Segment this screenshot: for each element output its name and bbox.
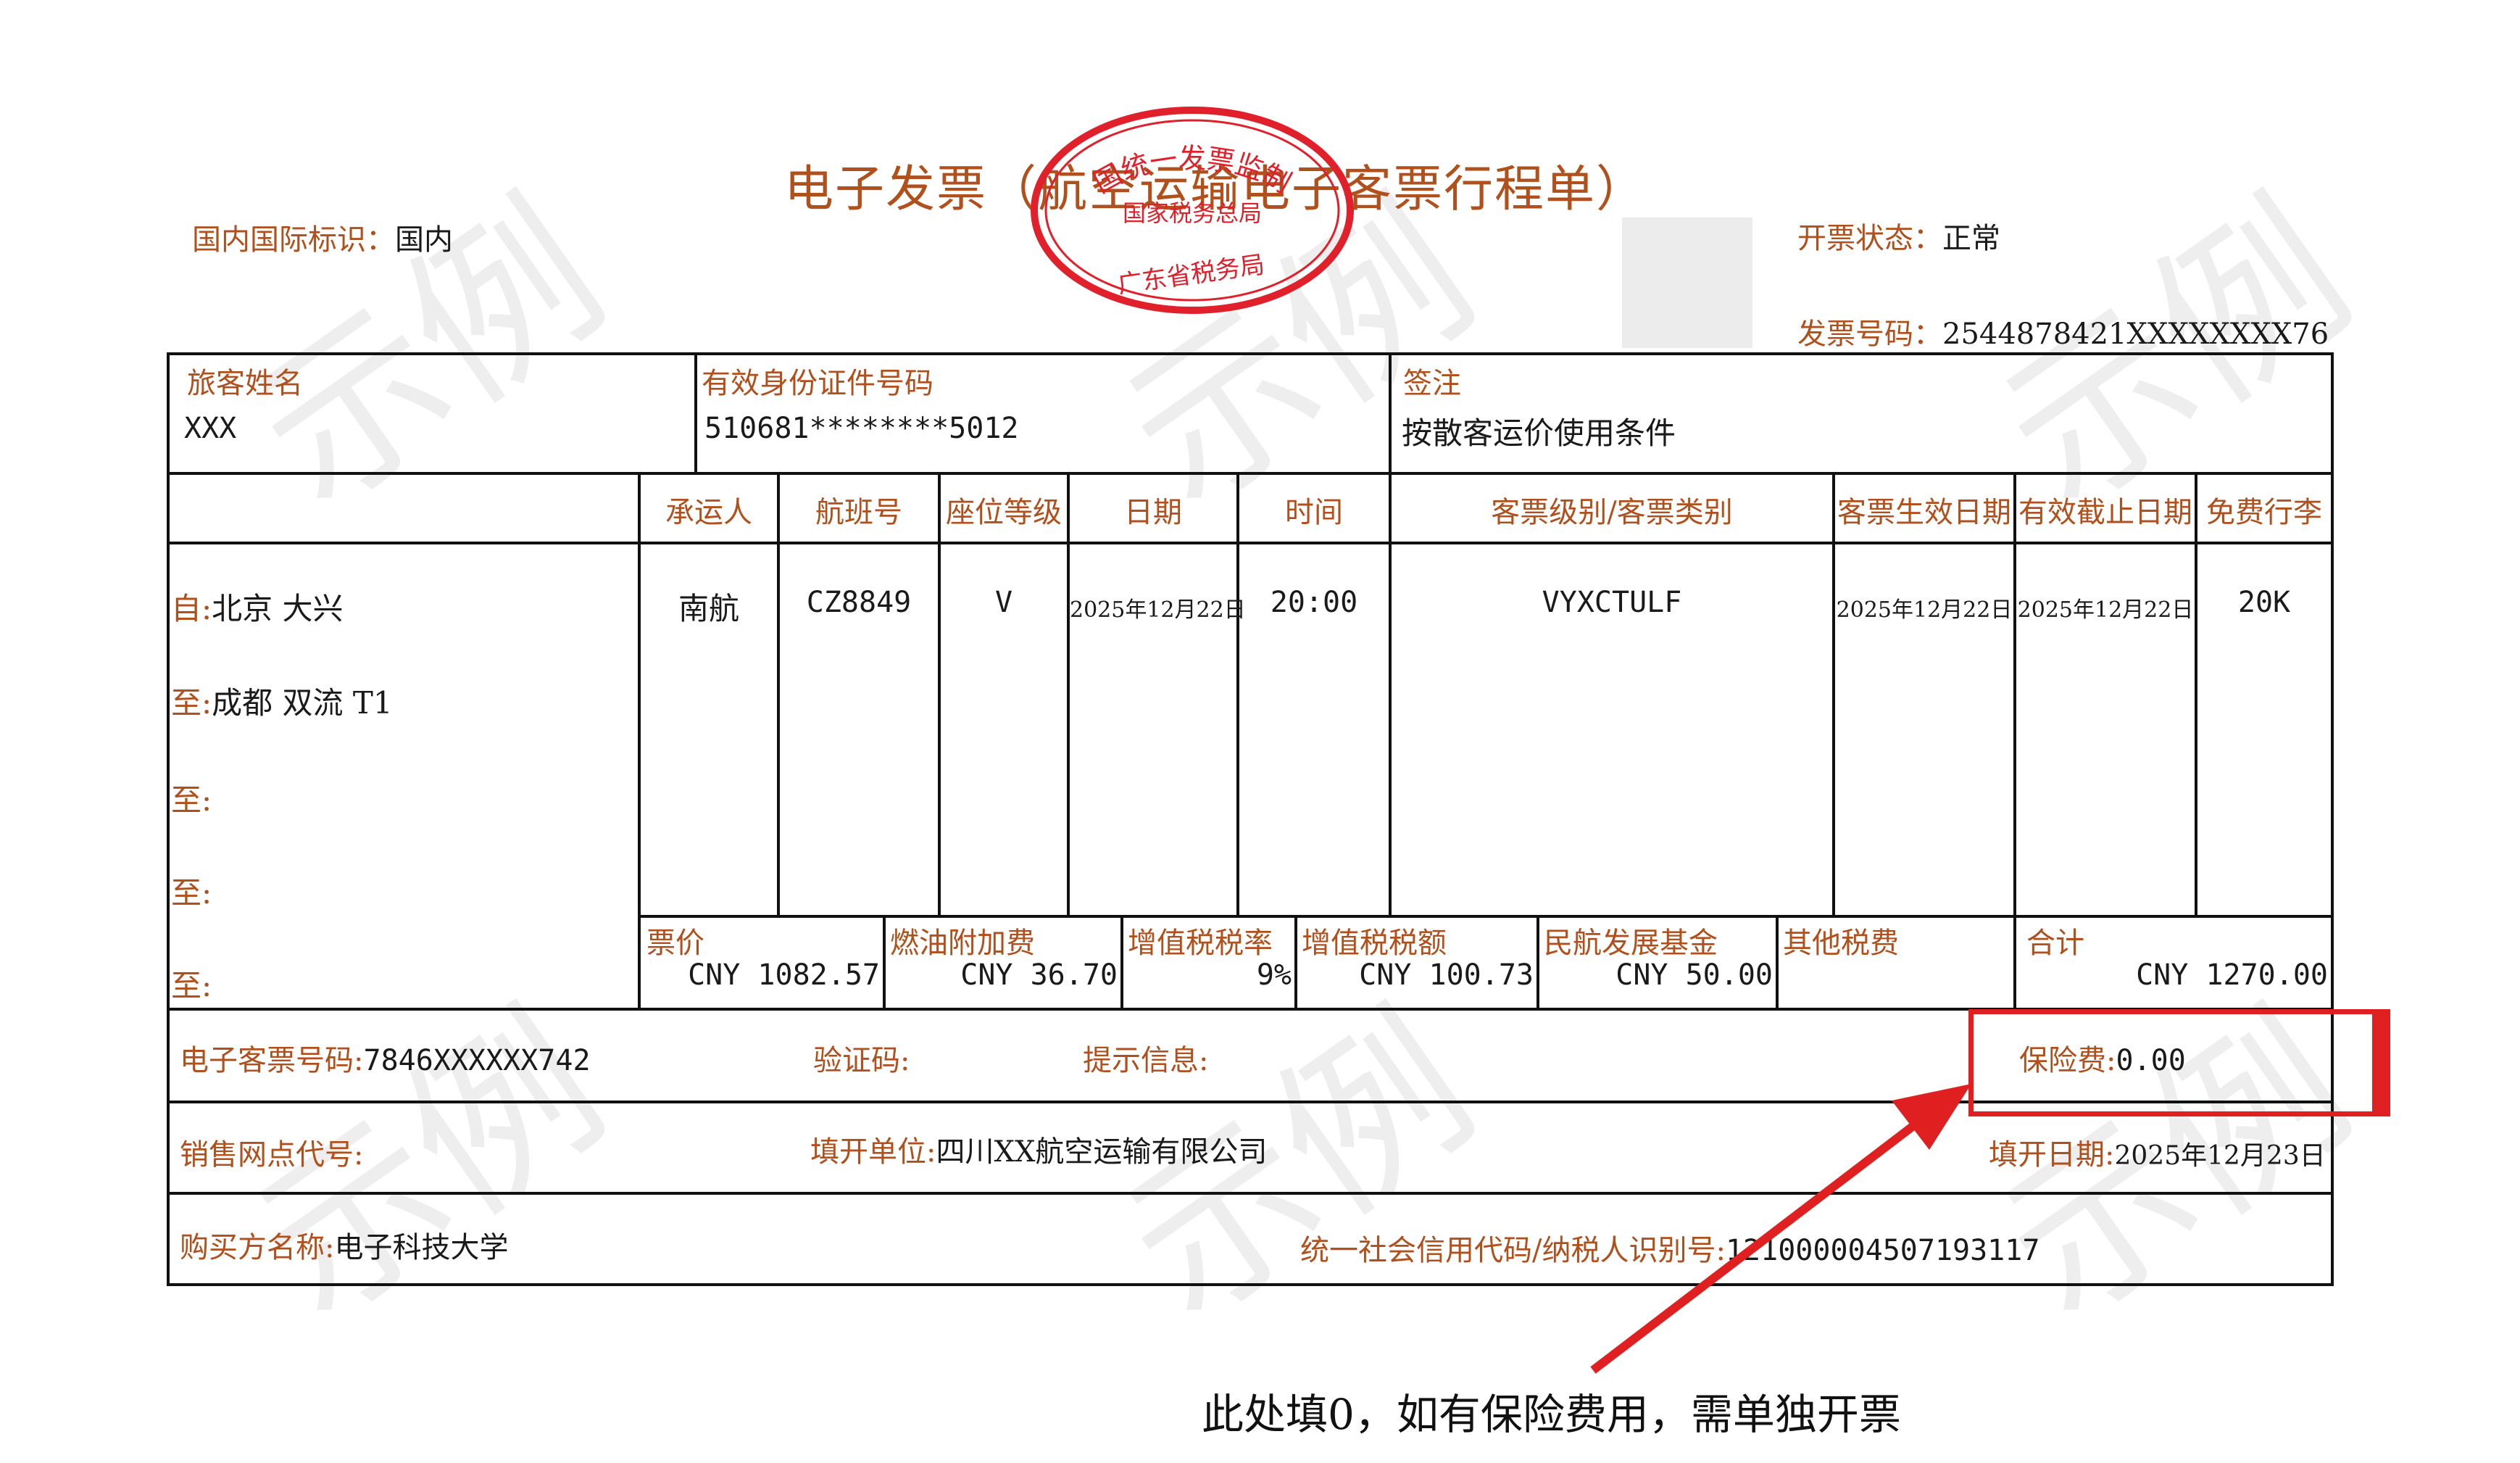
route-to-1: 至:成都 双流 T1: [171, 685, 393, 721]
endorsement-label: 签注: [1403, 367, 1461, 400]
flight-date: 2025年12月22日: [1070, 597, 1246, 623]
fare-label: 票价: [646, 927, 704, 960]
id-number-value: 510681********5012: [704, 412, 1019, 445]
flight-baggage: 20K: [2237, 586, 2291, 619]
qr-code: [1622, 217, 1752, 348]
col-divider: [1389, 352, 1392, 473]
header-baggage: 免费行李: [2206, 496, 2322, 529]
watermark: 示例: [220, 164, 639, 546]
header-carrier: 承运人: [665, 496, 752, 529]
table-border-right: [2331, 352, 2334, 1286]
fare-value: CNY 1082.57: [688, 958, 880, 992]
header-date: 日期: [1124, 496, 1182, 529]
flight-carrier: 南航: [678, 591, 739, 626]
highlight-box: [1968, 1009, 2377, 1116]
row-divider: [167, 472, 2334, 475]
row-divider: [638, 915, 2334, 918]
passenger-name-value: XXX: [184, 412, 237, 445]
other-tax-label: 其他税费: [1783, 927, 1899, 960]
id-number-label: 有效身份证件号码: [702, 367, 933, 400]
issue-date: 填开日期:2025年12月23日: [1989, 1138, 2326, 1172]
header-fare-basis: 客票级别/客票类别: [1491, 496, 1733, 529]
vat-rate-value: 9%: [1256, 958, 1292, 992]
route-to-3: 至:: [171, 875, 212, 911]
row-divider: [167, 1192, 2334, 1195]
highlight-box-edge: [2377, 1009, 2390, 1116]
issuing-unit: 填开单位:四川XX航空运输有限公司: [810, 1135, 1268, 1169]
col-divider: [1389, 472, 1392, 916]
table-border-left: [167, 352, 170, 1286]
col-divider: [2013, 472, 2016, 1009]
header-time: 时间: [1285, 496, 1343, 529]
vat-amount-label: 增值税税额: [1302, 927, 1447, 960]
annotation-arrow: [1580, 1080, 1986, 1385]
passenger-name-label: 旅客姓名: [187, 367, 303, 400]
official-seal: 国统一发票监制 国家税务总局 广东省税务局: [1029, 105, 1355, 315]
fuel-surcharge-label: 燃油附加费: [890, 927, 1035, 960]
vat-rate-label: 增值税税率: [1128, 927, 1273, 960]
header-valid-to: 有效截止日期: [2018, 496, 2192, 529]
caac-fund-label: 民航发展基金: [1544, 927, 1718, 960]
flight-time: 20:00: [1270, 586, 1358, 619]
endorsement-value: 按散客运价使用条件: [1402, 415, 1676, 451]
col-divider: [1776, 915, 1779, 1009]
flight-seat-class: V: [994, 586, 1013, 619]
table-border-bottom: [167, 1283, 2334, 1286]
seal-top-text: 国统一发票监制: [1088, 142, 1296, 199]
seal-bottom-text: 广东省税务局: [1116, 250, 1267, 299]
sales-agent-label: 销售网点代号:: [180, 1138, 364, 1172]
fuel-surcharge-value: CNY 36.70: [960, 958, 1118, 992]
route-to-2: 至:: [171, 782, 212, 818]
col-divider: [1832, 472, 1835, 916]
row-divider: [167, 542, 2334, 544]
table-border-top: [167, 352, 2334, 355]
invoice-number: 发票号码：2544878421XXXXXXXX76: [1797, 318, 2329, 351]
col-divider: [694, 352, 697, 473]
flight-valid-to: 2025年12月22日: [2017, 597, 2194, 623]
route-to-4: 至:: [171, 968, 212, 1003]
verify-code-label: 验证码:: [813, 1044, 910, 1077]
flight-number: CZ8849: [806, 586, 912, 619]
col-divider: [1067, 472, 1070, 916]
header-flight-no: 航班号: [815, 496, 902, 529]
eticket-number: 电子客票号码:7846XXXXXX742: [180, 1044, 591, 1077]
col-divider: [777, 472, 780, 916]
total-label: 合计: [2026, 927, 2084, 960]
total-value: CNY 1270.00: [2136, 958, 2328, 992]
domestic-indicator: 国内国际标识：国内: [192, 223, 453, 257]
vat-amount-value: CNY 100.73: [1359, 958, 1534, 992]
svg-text:国统一发票监制: 国统一发票监制: [1088, 142, 1296, 199]
col-divider: [638, 472, 641, 1009]
header-valid-from: 客票生效日期: [1837, 496, 2011, 529]
annotation-text: 此处填0，如有保险费用，需单独开票: [1202, 1390, 1901, 1439]
notice-label: 提示信息:: [1083, 1044, 1209, 1077]
flight-valid-from: 2025年12月22日: [1836, 597, 2013, 623]
header-seat-class: 座位等级: [946, 496, 1062, 529]
invoice-status: 开票状态：正常: [1797, 222, 2000, 255]
buyer-name: 购买方名称:电子科技大学: [180, 1231, 509, 1264]
col-divider: [938, 472, 941, 916]
col-divider: [1236, 472, 1239, 916]
col-divider: [2195, 472, 2197, 916]
caac-fund-value: CNY 50.00: [1615, 958, 1773, 992]
route-from: 自:北京 大兴: [171, 591, 344, 626]
flight-fare-basis: VYXCTULF: [1542, 586, 1682, 619]
seal-middle-text: 国家税务总局: [1123, 199, 1262, 227]
